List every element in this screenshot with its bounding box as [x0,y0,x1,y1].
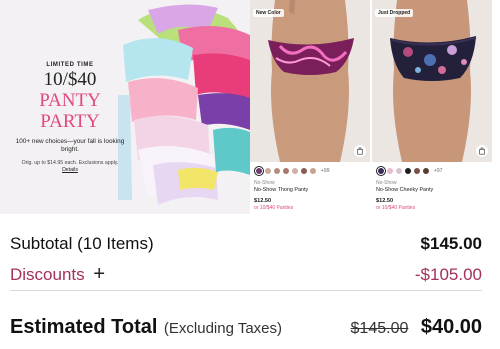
promo-text-block: LIMITED TIME 10/$40 PANTY PARTY 100+ new… [14,62,126,174]
summary-divider [10,290,482,291]
product-price: $12.50 [376,198,394,204]
product-image[interactable]: New Color [250,0,370,162]
promo-headline-panty: PANTY [39,90,101,111]
color-swatch[interactable] [310,168,316,174]
color-swatch[interactable] [387,168,393,174]
more-colors-count[interactable]: +97 [434,168,442,174]
color-swatch[interactable] [405,168,411,174]
product-card[interactable]: Just Dropped +97 No-Show No-Show Cheeky … [372,0,492,214]
estimated-total-value: $40.00 [420,316,482,338]
subtotal-row: Subtotal (10 Items) $145.00 [10,234,482,254]
subtotal-label: Subtotal (10 Items) [10,234,154,253]
add-to-bag-icon[interactable] [476,145,488,157]
product-card[interactable]: New Color +99 No-Show No-Show Thong Pant… [250,0,370,214]
color-swatch[interactable] [376,166,386,176]
color-swatch[interactable] [254,166,264,176]
original-total: $145.00 [350,320,409,337]
expand-discounts-icon[interactable]: + [93,263,105,285]
promo-fine-print: Orig. up to $14.95 each. Exclusions appl… [14,160,126,174]
discounts-value: -$105.00 [414,265,482,284]
model-photo [250,0,370,162]
add-to-bag-icon[interactable] [354,145,366,157]
color-swatches: +99 [254,166,370,176]
estimated-total-row: Estimated Total (Excluding Taxes) $145.0… [10,316,482,339]
discounts-label-group: Discounts + [10,264,105,285]
color-swatch[interactable] [265,168,271,174]
product-badge: Just Dropped [375,9,414,17]
product-price: $12.50 [254,198,272,204]
promo-body: 100+ new choices—your fall is looking br… [15,138,125,153]
color-swatch[interactable] [283,168,289,174]
color-swatch[interactable] [423,168,429,174]
product-badge: New Color [253,9,284,17]
tax-note: (Excluding Taxes) [163,320,283,337]
discounts-label: Discounts [10,265,85,284]
promo-fine-text: Orig. up to $14.95 each. Exclusions appl… [21,160,119,166]
product-name[interactable]: No-Show Thong Panty [254,187,370,193]
color-swatch[interactable] [414,168,420,174]
product-meta: No-Show No-Show Thong Panty $12.50 or 10… [254,180,370,211]
product-kicker: No-Show [254,180,275,186]
more-colors-count[interactable]: +99 [321,168,329,174]
product-meta: No-Show No-Show Cheeky Panty $12.50 or 1… [376,180,492,211]
product-deal: or 10/$40 Panties [376,205,416,211]
product-deal: or 10/$40 Panties [254,205,294,211]
model-photo [372,0,492,162]
estimated-total-amounts: $145.00 $40.00 [351,316,482,339]
discounts-row[interactable]: Discounts + -$105.00 [10,264,482,285]
color-swatch[interactable] [301,168,307,174]
product-name[interactable]: No-Show Cheeky Panty [376,187,492,193]
estimated-total-label: Estimated Total [10,316,158,338]
product-kicker: No-Show [376,180,397,186]
color-swatch[interactable] [274,168,280,174]
subtotal-value: $145.00 [420,234,482,253]
promo-eyebrow: LIMITED TIME [46,62,94,68]
promo-banner[interactable]: LIMITED TIME 10/$40 PANTY PARTY 100+ new… [0,0,250,214]
color-swatch[interactable] [396,168,402,174]
promo-headline-party: PARTY [40,111,100,132]
product-image[interactable]: Just Dropped [372,0,492,162]
color-swatches: +97 [376,166,492,176]
panties-pile-image [118,0,250,214]
promo-headline: 10/$40 [43,69,97,90]
color-swatch[interactable] [292,168,298,174]
promo-details-link[interactable]: Details [62,167,78,173]
estimated-total-label-group: Estimated Total (Excluding Taxes) [10,316,282,339]
